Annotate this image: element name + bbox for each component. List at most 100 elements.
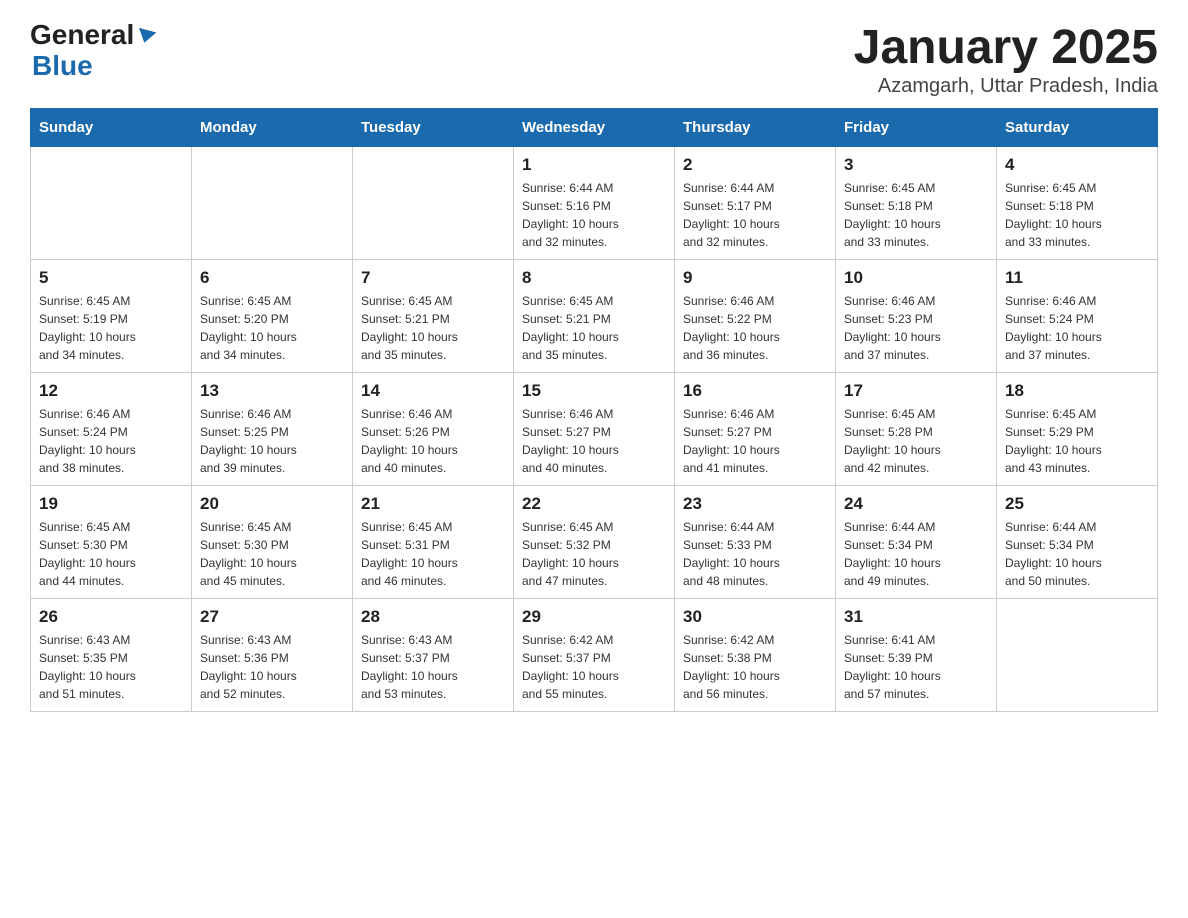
day-info: Sunrise: 6:44 AM Sunset: 5:34 PM Dayligh…	[1005, 518, 1149, 590]
calendar-week-0: 1Sunrise: 6:44 AM Sunset: 5:16 PM Daylig…	[31, 147, 1158, 260]
day-number: 8	[522, 268, 666, 288]
calendar-cell: 22 Sunrise: 6:45 AM Sunset: 5:32 PM Dayli…	[514, 486, 675, 599]
day-number: 13	[200, 381, 344, 401]
day-info: Sunrise: 6:41 AM Sunset: 5:39 PM Dayligh…	[844, 631, 988, 703]
day-info: Sunrise: 6:43 AM Sunset: 5:35 PM Dayligh…	[39, 631, 183, 703]
day-info: Sunrise: 6:46 AM Sunset: 5:24 PM Dayligh…	[39, 405, 183, 477]
weekday-row: SundayMondayTuesdayWednesdayThursdayFrid…	[31, 109, 1158, 147]
weekday-header-friday: Friday	[836, 109, 997, 147]
day-info: Sunrise: 6:43 AM Sunset: 5:36 PM Dayligh…	[200, 631, 344, 703]
day-number: 26	[39, 607, 183, 627]
calendar-week-4: 26 Sunrise: 6:43 AM Sunset: 5:35 PM Dayli…	[31, 599, 1158, 712]
day-number: 20	[200, 494, 344, 514]
calendar-cell: 30Sunrise: 6:42 AM Sunset: 5:38 PM Dayli…	[675, 599, 836, 712]
day-number: 27	[200, 607, 344, 627]
weekday-header-sunday: Sunday	[31, 109, 192, 147]
page-header: General Blue January 2025 Azamgarh, Utta…	[30, 20, 1158, 98]
calendar-cell: 13 Sunrise: 6:46 AM Sunset: 5:25 PM Dayli…	[192, 373, 353, 486]
day-number: 15	[522, 381, 666, 401]
calendar-cell	[31, 147, 192, 260]
day-info: Sunrise: 6:46 AM Sunset: 5:26 PM Dayligh…	[361, 405, 505, 477]
day-number: 14	[361, 381, 505, 401]
calendar-cell: 25 Sunrise: 6:44 AM Sunset: 5:34 PM Dayli…	[997, 486, 1158, 599]
day-info: Sunrise: 6:45 AM Sunset: 5:21 PM Dayligh…	[522, 292, 666, 364]
calendar-cell: 18Sunrise: 6:45 AM Sunset: 5:29 PM Dayli…	[997, 373, 1158, 486]
logo-blue: Blue	[32, 51, 93, 82]
day-info: Sunrise: 6:46 AM Sunset: 5:27 PM Dayligh…	[522, 405, 666, 477]
day-info: Sunrise: 6:42 AM Sunset: 5:38 PM Dayligh…	[683, 631, 827, 703]
day-number: 25	[1005, 494, 1149, 514]
calendar-cell: 31 Sunrise: 6:41 AM Sunset: 5:39 PM Dayli…	[836, 599, 997, 712]
day-number: 11	[1005, 268, 1149, 288]
day-info: Sunrise: 6:44 AM Sunset: 5:16 PM Dayligh…	[522, 179, 666, 251]
day-info: Sunrise: 6:46 AM Sunset: 5:25 PM Dayligh…	[200, 405, 344, 477]
calendar-cell: 15 Sunrise: 6:46 AM Sunset: 5:27 PM Dayli…	[514, 373, 675, 486]
logo: General Blue	[30, 20, 155, 82]
calendar-cell: 3 Sunrise: 6:45 AM Sunset: 5:18 PM Daylig…	[836, 147, 997, 260]
calendar-cell: 26 Sunrise: 6:43 AM Sunset: 5:35 PM Dayli…	[31, 599, 192, 712]
weekday-header-monday: Monday	[192, 109, 353, 147]
day-number: 19	[39, 494, 183, 514]
calendar-cell: 1Sunrise: 6:44 AM Sunset: 5:16 PM Daylig…	[514, 147, 675, 260]
day-number: 16	[683, 381, 827, 401]
day-number: 6	[200, 268, 344, 288]
day-number: 17	[844, 381, 988, 401]
calendar-cell: 28Sunrise: 6:43 AM Sunset: 5:37 PM Dayli…	[353, 599, 514, 712]
weekday-header-wednesday: Wednesday	[514, 109, 675, 147]
day-number: 29	[522, 607, 666, 627]
calendar-cell: 12 Sunrise: 6:46 AM Sunset: 5:24 PM Dayli…	[31, 373, 192, 486]
day-info: Sunrise: 6:45 AM Sunset: 5:32 PM Dayligh…	[522, 518, 666, 590]
calendar-body: 1Sunrise: 6:44 AM Sunset: 5:16 PM Daylig…	[31, 147, 1158, 712]
calendar-cell: 20 Sunrise: 6:45 AM Sunset: 5:30 PM Dayli…	[192, 486, 353, 599]
day-info: Sunrise: 6:45 AM Sunset: 5:29 PM Dayligh…	[1005, 405, 1149, 477]
calendar-cell: 21 Sunrise: 6:45 AM Sunset: 5:31 PM Dayli…	[353, 486, 514, 599]
calendar-cell: 9Sunrise: 6:46 AM Sunset: 5:22 PM Daylig…	[675, 260, 836, 373]
calendar-cell: 29 Sunrise: 6:42 AM Sunset: 5:37 PM Dayli…	[514, 599, 675, 712]
calendar-header: SundayMondayTuesdayWednesdayThursdayFrid…	[31, 109, 1158, 147]
calendar-week-1: 5 Sunrise: 6:45 AM Sunset: 5:19 PM Daylig…	[31, 260, 1158, 373]
day-info: Sunrise: 6:44 AM Sunset: 5:33 PM Dayligh…	[683, 518, 827, 590]
day-info: Sunrise: 6:45 AM Sunset: 5:28 PM Dayligh…	[844, 405, 988, 477]
calendar-cell: 10Sunrise: 6:46 AM Sunset: 5:23 PM Dayli…	[836, 260, 997, 373]
day-info: Sunrise: 6:45 AM Sunset: 5:19 PM Dayligh…	[39, 292, 183, 364]
day-number: 5	[39, 268, 183, 288]
calendar-cell	[997, 599, 1158, 712]
day-number: 12	[39, 381, 183, 401]
day-number: 7	[361, 268, 505, 288]
day-info: Sunrise: 6:44 AM Sunset: 5:34 PM Dayligh…	[844, 518, 988, 590]
day-info: Sunrise: 6:45 AM Sunset: 5:21 PM Dayligh…	[361, 292, 505, 364]
day-number: 3	[844, 155, 988, 175]
calendar-table: SundayMondayTuesdayWednesdayThursdayFrid…	[30, 108, 1158, 712]
day-number: 4	[1005, 155, 1149, 175]
calendar-cell: 2Sunrise: 6:44 AM Sunset: 5:17 PM Daylig…	[675, 147, 836, 260]
calendar-cell: 24 Sunrise: 6:44 AM Sunset: 5:34 PM Dayli…	[836, 486, 997, 599]
day-info: Sunrise: 6:46 AM Sunset: 5:27 PM Dayligh…	[683, 405, 827, 477]
day-number: 23	[683, 494, 827, 514]
day-info: Sunrise: 6:43 AM Sunset: 5:37 PM Dayligh…	[361, 631, 505, 703]
calendar-cell: 14 Sunrise: 6:46 AM Sunset: 5:26 PM Dayli…	[353, 373, 514, 486]
calendar-cell: 7 Sunrise: 6:45 AM Sunset: 5:21 PM Daylig…	[353, 260, 514, 373]
calendar-cell: 23 Sunrise: 6:44 AM Sunset: 5:33 PM Dayli…	[675, 486, 836, 599]
calendar-week-2: 12 Sunrise: 6:46 AM Sunset: 5:24 PM Dayli…	[31, 373, 1158, 486]
calendar-cell: 17 Sunrise: 6:45 AM Sunset: 5:28 PM Dayli…	[836, 373, 997, 486]
day-number: 21	[361, 494, 505, 514]
calendar-subtitle: Azamgarh, Uttar Pradesh, India	[854, 75, 1158, 98]
day-info: Sunrise: 6:46 AM Sunset: 5:23 PM Dayligh…	[844, 292, 988, 364]
day-info: Sunrise: 6:42 AM Sunset: 5:37 PM Dayligh…	[522, 631, 666, 703]
day-info: Sunrise: 6:45 AM Sunset: 5:18 PM Dayligh…	[844, 179, 988, 251]
calendar-cell: 27 Sunrise: 6:43 AM Sunset: 5:36 PM Dayli…	[192, 599, 353, 712]
day-number: 24	[844, 494, 988, 514]
title-block: January 2025 Azamgarh, Uttar Pradesh, In…	[854, 20, 1158, 98]
day-number: 31	[844, 607, 988, 627]
calendar-cell	[192, 147, 353, 260]
day-number: 2	[683, 155, 827, 175]
day-number: 22	[522, 494, 666, 514]
day-info: Sunrise: 6:45 AM Sunset: 5:30 PM Dayligh…	[200, 518, 344, 590]
weekday-header-thursday: Thursday	[675, 109, 836, 147]
calendar-cell: 19 Sunrise: 6:45 AM Sunset: 5:30 PM Dayli…	[31, 486, 192, 599]
calendar-cell: 8 Sunrise: 6:45 AM Sunset: 5:21 PM Daylig…	[514, 260, 675, 373]
day-info: Sunrise: 6:45 AM Sunset: 5:18 PM Dayligh…	[1005, 179, 1149, 251]
day-info: Sunrise: 6:45 AM Sunset: 5:31 PM Dayligh…	[361, 518, 505, 590]
calendar-week-3: 19 Sunrise: 6:45 AM Sunset: 5:30 PM Dayli…	[31, 486, 1158, 599]
day-info: Sunrise: 6:45 AM Sunset: 5:30 PM Dayligh…	[39, 518, 183, 590]
